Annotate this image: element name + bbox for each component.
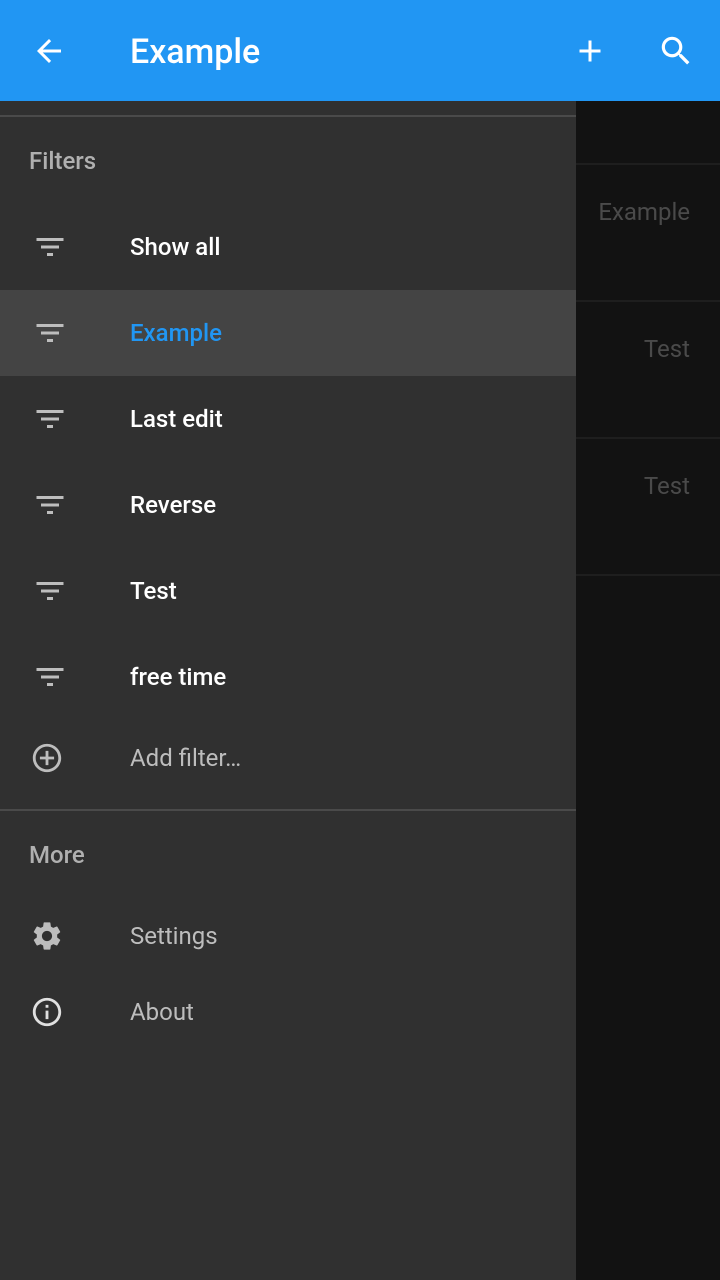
settings-item[interactable]: Settings (0, 893, 576, 979)
divider (0, 115, 576, 117)
list-item[interactable]: Test (644, 472, 690, 500)
gear-icon (27, 916, 67, 956)
filter-item-reverse[interactable]: Reverse (0, 462, 576, 548)
add-filter-item[interactable]: Add filter… (0, 715, 576, 801)
filter-label: Last edit (130, 405, 223, 433)
filter-item-free-time[interactable]: free time (0, 634, 576, 720)
filter-icon (30, 227, 70, 267)
settings-label: Settings (130, 922, 218, 950)
add-button[interactable] (565, 26, 615, 76)
about-label: About (130, 998, 194, 1026)
add-circle-icon (27, 738, 67, 778)
filter-label: Reverse (130, 491, 217, 519)
add-filter-label: Add filter… (130, 744, 242, 772)
about-item[interactable]: About (0, 969, 576, 1055)
filter-label: Example (130, 319, 222, 347)
filter-item-last-edit[interactable]: Last edit (0, 376, 576, 462)
divider (576, 300, 720, 302)
filter-icon (30, 313, 70, 353)
more-header: More (29, 841, 85, 869)
filter-item-show-all[interactable]: Show all (0, 204, 576, 290)
back-button[interactable] (24, 26, 74, 76)
divider (576, 574, 720, 576)
filters-header: Filters (29, 147, 97, 175)
filter-item-test[interactable]: Test (0, 548, 576, 634)
list-item[interactable]: Example (598, 198, 690, 226)
filter-item-example[interactable]: Example (0, 290, 576, 376)
filter-icon (30, 399, 70, 439)
filter-label: Test (130, 577, 177, 605)
filter-icon (30, 485, 70, 525)
search-button[interactable] (651, 26, 701, 76)
filter-icon (30, 571, 70, 611)
filter-label: free time (130, 663, 227, 691)
navigation-drawer: Filters Show all Example Last edit Rever… (0, 101, 576, 1280)
plus-icon (579, 40, 601, 62)
search-icon (661, 36, 690, 65)
info-icon (27, 992, 67, 1032)
divider (576, 163, 720, 165)
divider (576, 437, 720, 439)
note-list: Example Test Test (576, 101, 720, 1280)
filter-label: Show all (130, 233, 221, 261)
page-title: Example (130, 32, 261, 72)
filter-icon (30, 657, 70, 697)
arrow-back-icon (37, 39, 61, 63)
divider (0, 809, 576, 811)
app-bar: Example (0, 0, 720, 101)
list-item[interactable]: Test (644, 335, 690, 363)
